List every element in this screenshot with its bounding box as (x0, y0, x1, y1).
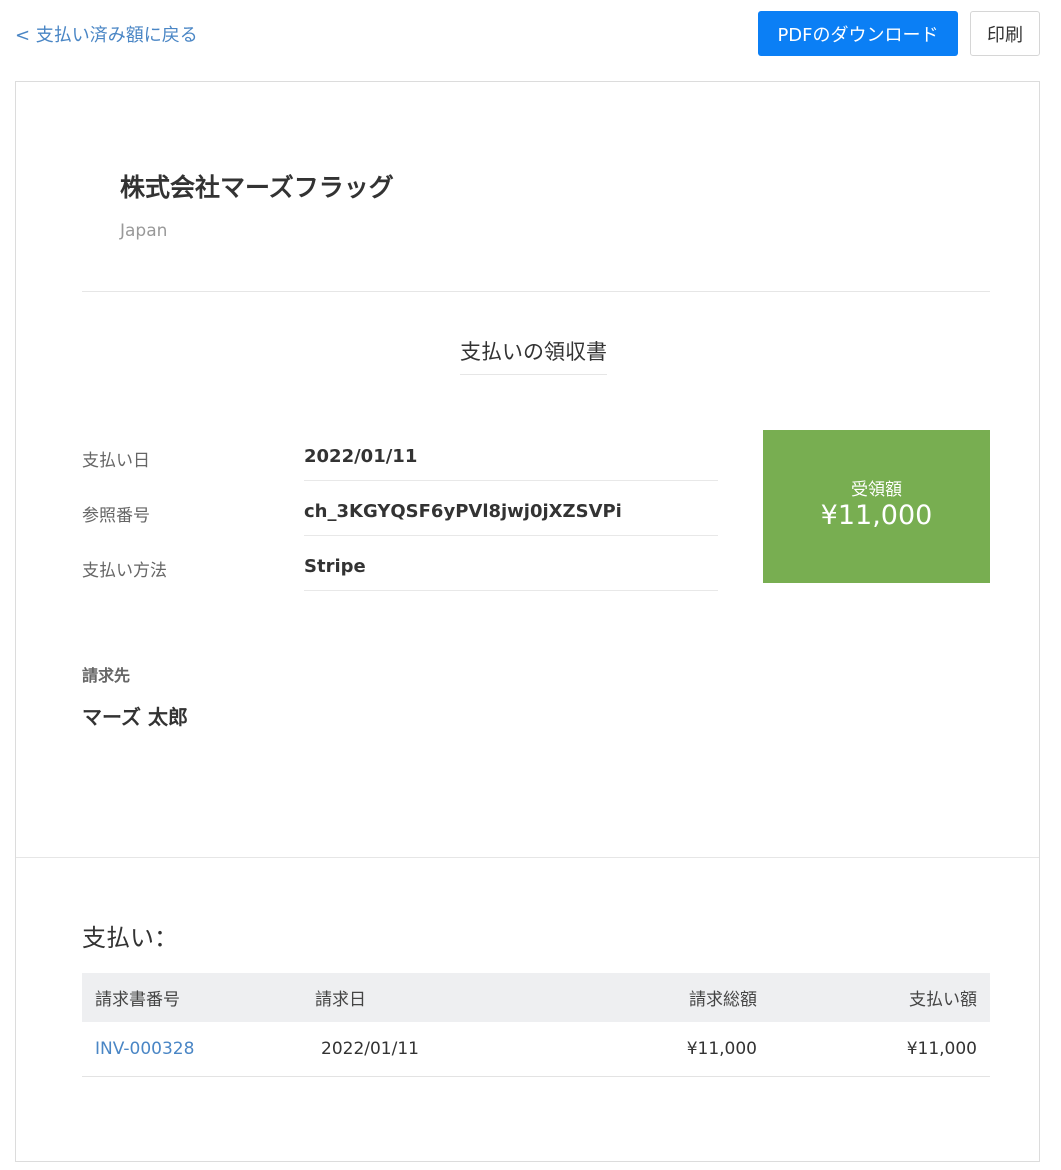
column-header-amount-paid: 支払い額 (770, 973, 990, 1022)
company-name: 株式会社マーズフラッグ (120, 173, 394, 202)
invoice-number-link[interactable]: INV-000328 (95, 1039, 194, 1059)
payment-date-label: 支払い日 (82, 451, 150, 471)
section-divider (16, 857, 1039, 858)
payment-date-value: 2022/01/11 (304, 446, 718, 481)
amount-paid-cell: ¥11,000 (770, 1022, 990, 1077)
payments-table: 請求書番号 請求日 請求総額 支払い額 INV-000328 2022/01/1… (82, 973, 990, 1077)
payments-heading: 支払い： (82, 924, 178, 952)
reference-number-value: ch_3KGYQSF6yPVl8jwj0jXZSVPi (304, 501, 718, 536)
receipt-title: 支払いの領収書 (460, 336, 607, 375)
column-header-invoice-number: 請求書番号 (82, 973, 302, 1022)
company-country: Japan (120, 221, 168, 241)
table-row: INV-000328 2022/01/11 ¥11,000 ¥11,000 (82, 1022, 990, 1077)
print-button[interactable]: 印刷 (970, 11, 1040, 56)
invoice-total-cell: ¥11,000 (522, 1022, 770, 1077)
header-divider (82, 291, 990, 292)
reference-number-label: 参照番号 (82, 506, 150, 526)
column-header-invoice-total: 請求総額 (522, 973, 770, 1022)
payment-method-label: 支払い方法 (82, 561, 167, 581)
download-pdf-button[interactable]: PDFのダウンロード (758, 11, 958, 56)
payment-method-value: Stripe (304, 556, 718, 591)
amount-received-box: 受領額 ¥11,000 (763, 430, 990, 583)
invoice-date-cell: 2022/01/11 (302, 1022, 522, 1077)
amount-received-value: ¥11,000 (820, 500, 933, 531)
receipt-card: 株式会社マーズフラッグ Japan 支払いの領収書 支払い日 2022/01/1… (15, 81, 1040, 1162)
amount-received-label: 受領額 (851, 480, 902, 500)
column-header-invoice-date: 請求日 (302, 973, 522, 1022)
table-header-row: 請求書番号 請求日 請求総額 支払い額 (82, 973, 990, 1022)
back-to-payments-link[interactable]: < 支払い済み額に戻る (15, 21, 198, 47)
bill-to-name: マーズ 太郎 (82, 705, 188, 729)
invoice-number-cell: INV-000328 (82, 1022, 302, 1077)
bill-to-label: 請求先 (82, 666, 131, 685)
top-bar: < 支払い済み額に戻る PDFのダウンロード 印刷 (0, 0, 1061, 70)
